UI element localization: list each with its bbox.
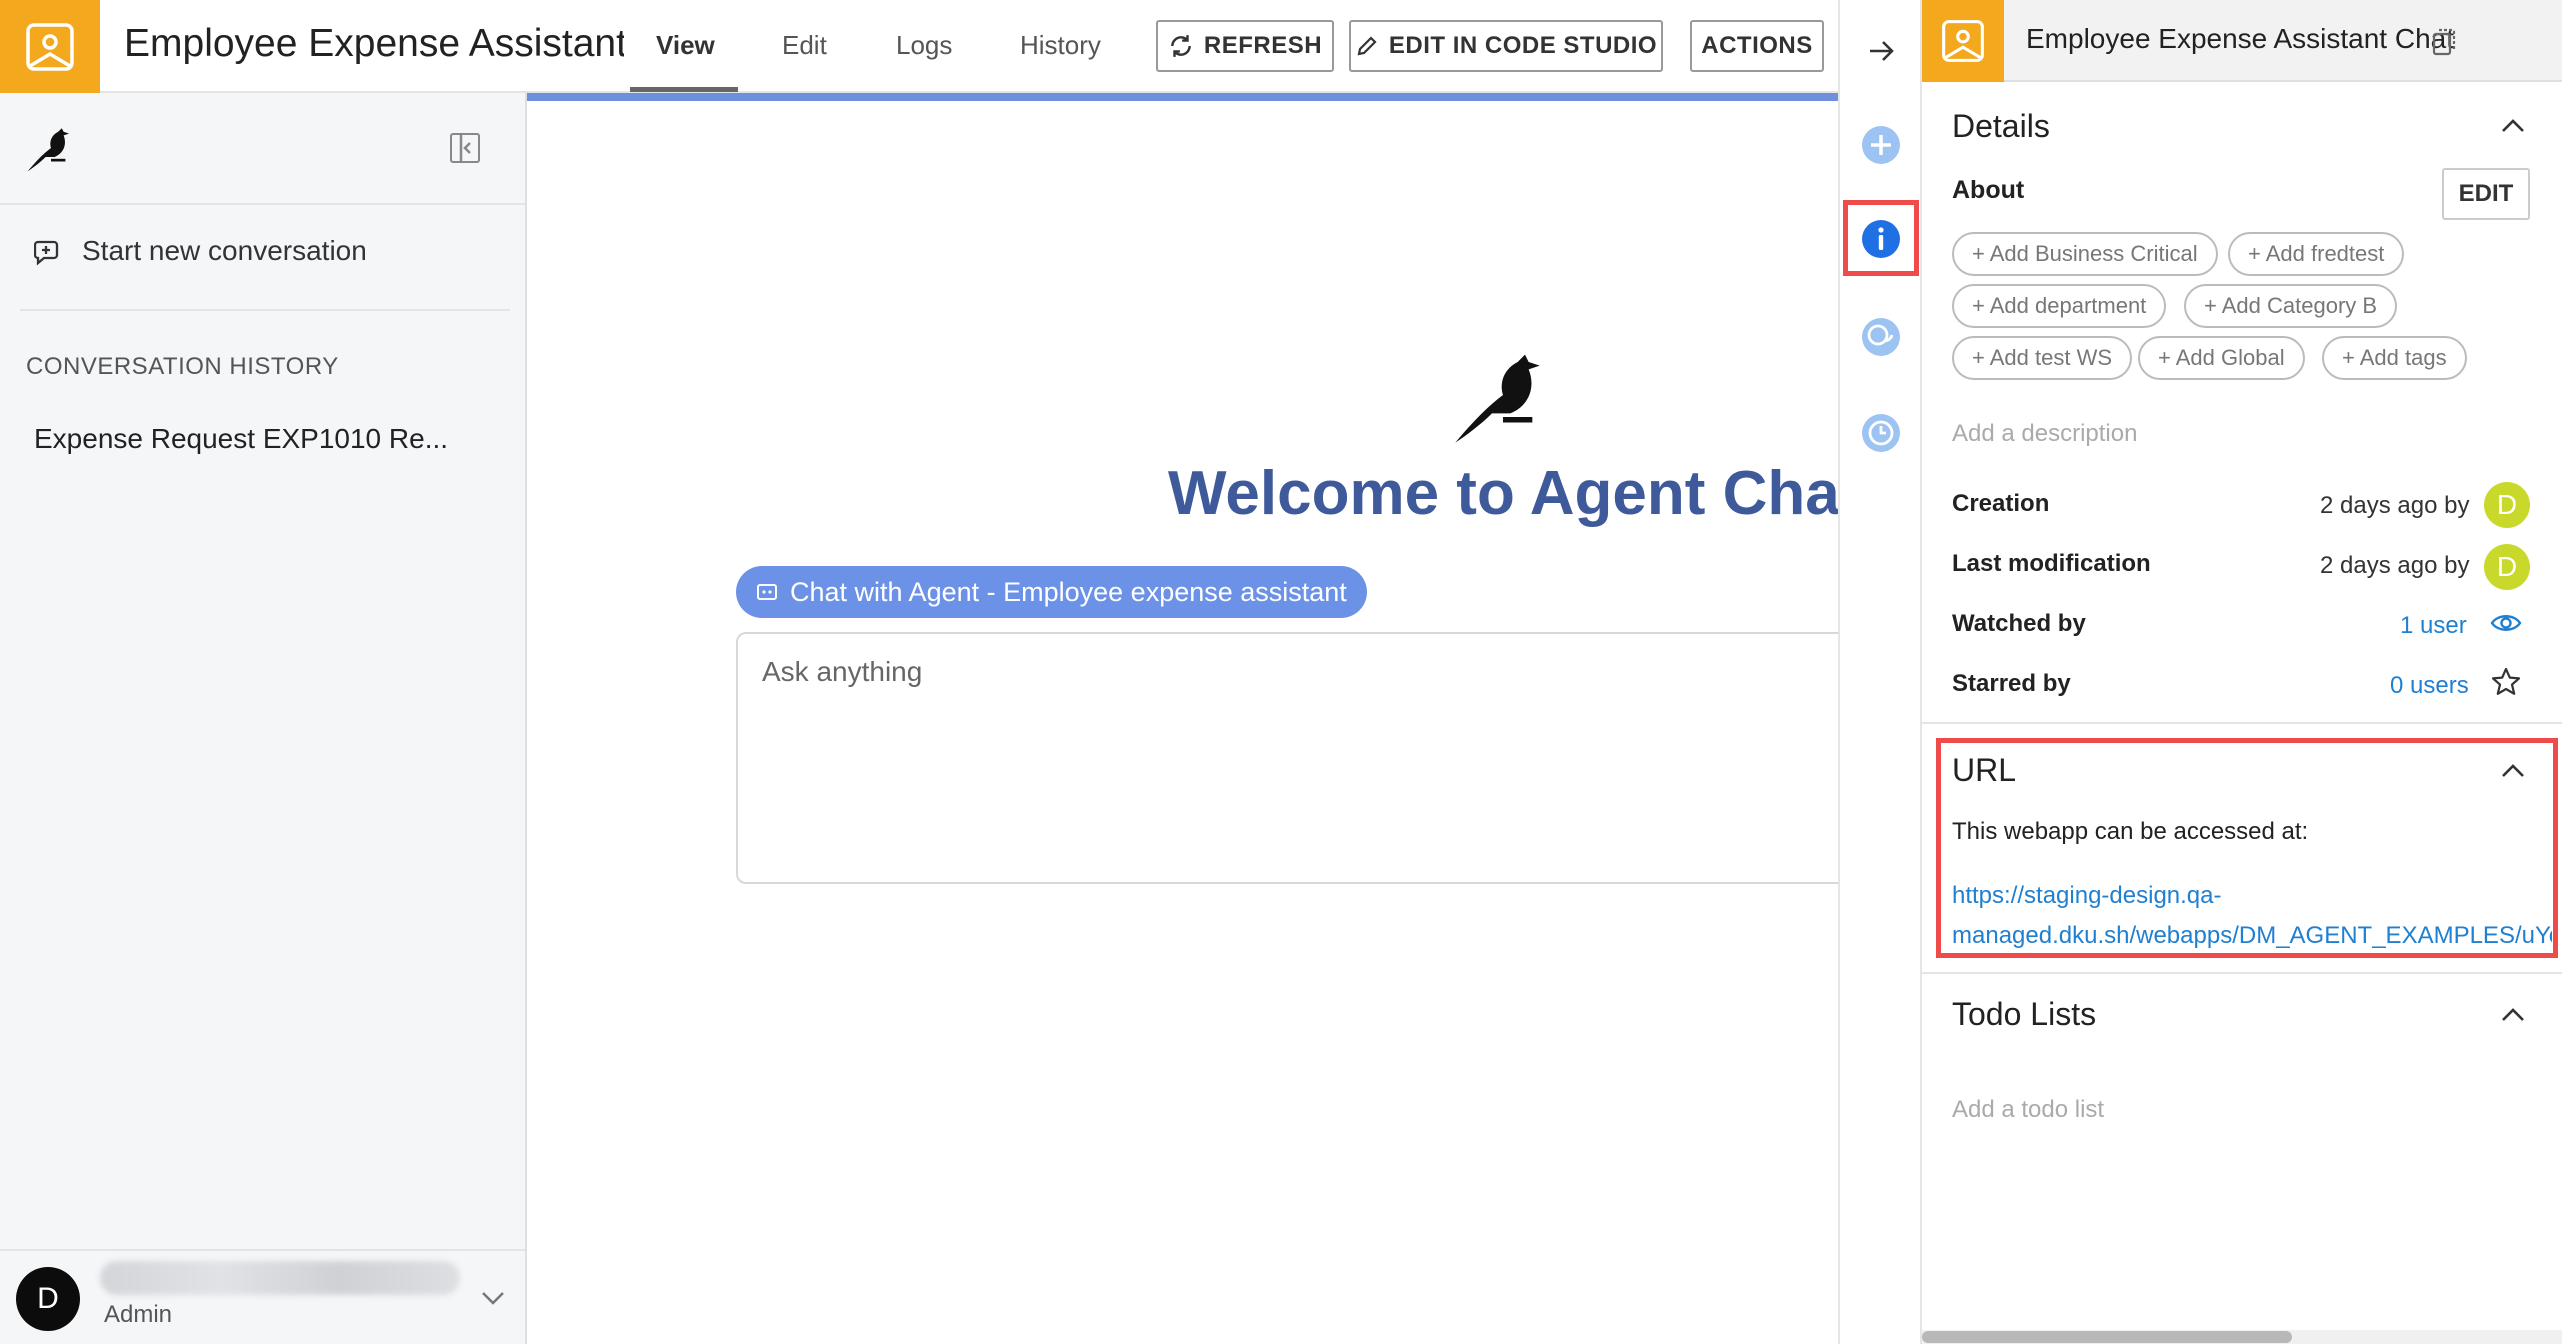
chevron-down-icon[interactable] [480,1289,506,1312]
new-chat-icon [34,240,59,266]
url-description: This webapp can be accessed at: [1952,818,2309,845]
loading-progress-bar [527,93,1838,101]
agent-selector-label: Chat with Agent - Employee expense assis… [790,576,1347,607]
chevron-up-icon[interactable] [2498,1004,2528,1024]
edit-in-code-studio-label: EDIT IN CODE STUDIO [1388,32,1658,59]
add-tag-button[interactable]: + Add Category B [2184,284,2398,328]
right-icon-rail [1838,0,1922,1344]
todo-lists-section-title[interactable]: Todo Lists [1952,996,2096,1033]
top-app-bar: Employee Expense Assistant ... View Edit… [0,0,1838,93]
webapp-image-icon[interactable] [0,0,100,93]
tab-view[interactable]: View [656,30,715,61]
creation-value: 2 days ago by [2320,492,2470,519]
watched-by-link[interactable]: 1 user [2400,612,2467,640]
last-modification-label: Last modification [1952,550,2151,577]
bird-logo-icon [24,121,78,180]
conversation-sidebar: Start new conversation CONVERSATION HIST… [0,93,527,1344]
user-role: Admin [104,1301,173,1328]
add-todo-list-field[interactable]: Add a todo list [1952,1096,2104,1124]
last-modification-value: 2 days ago by [2320,552,2470,579]
collapse-sidebar-icon[interactable] [450,133,480,163]
clock-icon[interactable] [1860,412,1902,454]
star-icon[interactable] [2490,666,2522,703]
user-footer[interactable]: D Admin [0,1249,525,1344]
add-tag-button[interactable]: + Add Business Critical [1952,232,2218,276]
bird-logo-icon [1448,340,1558,455]
start-new-conversation-button[interactable]: Start new conversation [34,235,367,267]
starred-by-label: Starred by [1952,670,2071,697]
webapp-image-icon [1922,0,2004,82]
webapp-url-line[interactable]: managed.dku.sh/webapps/DM_AGENT_EXAMPLES… [1952,916,2552,956]
details-panel: Employee Expense Assistant Chat Details … [1922,0,2562,1344]
add-tag-button[interactable]: + Add test WS [1952,336,2133,380]
starred-by-link[interactable]: 0 users [2390,672,2469,700]
info-icon[interactable] [1860,218,1902,260]
app-title: Employee Expense Assistant ... [124,22,624,65]
agent-selector-pill[interactable]: Chat with Agent - Employee expense assis… [736,566,1367,618]
section-divider [1922,972,2562,974]
refresh-button[interactable]: REFRESH [1156,20,1334,72]
avatar[interactable]: D [2484,544,2530,590]
webapp-url-line[interactable]: https://staging-design.qa- [1952,876,2552,916]
add-tag-button[interactable]: + Add Global [2138,336,2305,380]
conversation-history-item[interactable]: Expense Request EXP1010 Re... [34,423,448,455]
avatar[interactable]: D [2484,482,2530,528]
conversation-history-label: CONVERSATION HISTORY [26,353,339,380]
tab-history[interactable]: History [1020,30,1101,61]
scrollbar-thumb[interactable] [1922,1331,2292,1343]
panel-header: Employee Expense Assistant Chat [1922,0,2562,82]
plus-icon[interactable] [1860,124,1902,166]
about-label: About [1952,176,2025,204]
url-section-title[interactable]: URL [1952,752,2016,789]
refresh-icon [1171,35,1191,57]
tab-edit[interactable]: Edit [782,30,827,61]
chat-input[interactable]: Ask anything [736,632,1856,884]
agent-icon [757,584,777,600]
add-description-field[interactable]: Add a description [1952,420,2137,448]
avatar[interactable]: D [16,1267,80,1331]
sidebar-divider [20,309,510,311]
start-new-conversation-label: Start new conversation [82,235,367,266]
edit-about-button[interactable]: EDIT [2442,168,2530,220]
add-tag-button[interactable]: + Add department [1952,284,2167,328]
actions-button[interactable]: ACTIONS [1690,20,1824,72]
arrow-right-icon[interactable] [1860,30,1902,72]
edit-in-code-studio-button[interactable]: EDIT IN CODE STUDIO [1349,20,1663,72]
active-tab-indicator [630,87,738,92]
pencil-icon [1357,36,1377,56]
refresh-label: REFRESH [1203,32,1323,59]
eye-icon[interactable] [2490,610,2522,641]
chevron-up-icon[interactable] [2498,115,2528,135]
add-tag-button[interactable]: + Add tags [2322,336,2467,380]
welcome-heading: Welcome to Agent Chat [1168,459,1838,528]
redacted-username [100,1261,460,1295]
copy-icon[interactable] [2430,26,2458,63]
webapp-url-link[interactable]: https://staging-design.qa- managed.dku.s… [1952,876,2552,956]
watched-by-label: Watched by [1952,610,2086,637]
chat-input-placeholder: Ask anything [762,656,923,687]
chevron-up-icon[interactable] [2498,760,2528,780]
details-section-title[interactable]: Details [1952,108,2050,145]
add-tag-button[interactable]: + Add fredtest [2228,232,2405,276]
creation-label: Creation [1952,490,2050,517]
tab-logs[interactable]: Logs [896,30,952,61]
chat-icon[interactable] [1860,316,1902,358]
sidebar-header [0,93,525,205]
panel-title: Employee Expense Assistant Chat [2026,23,2455,54]
section-divider [1922,722,2562,724]
